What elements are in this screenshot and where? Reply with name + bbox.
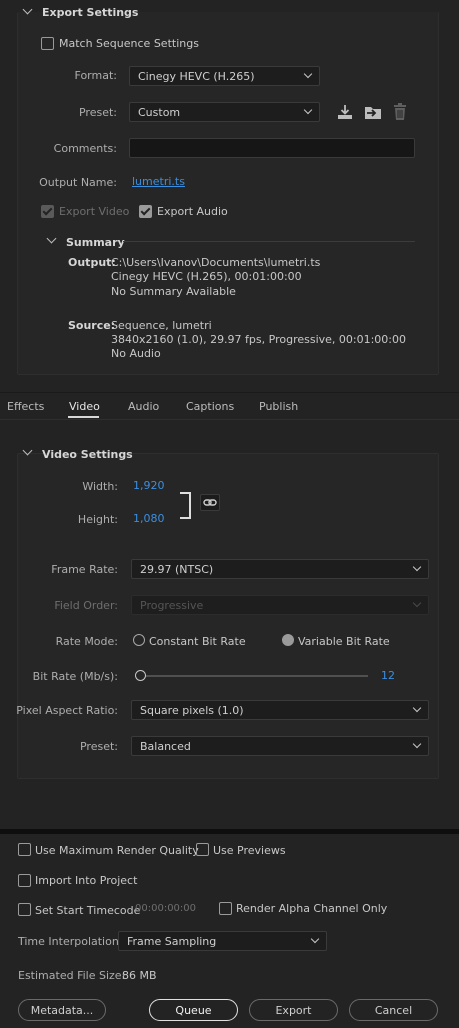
summary-source-line: 3840x2160 (1.0), 29.97 fps, Progressive,… xyxy=(111,333,407,346)
video-settings-panel xyxy=(17,453,439,779)
import-into-project-label: Import Into Project xyxy=(35,874,138,887)
render-alpha-checkbox[interactable] xyxy=(219,902,232,915)
time-interpolation-dropdown[interactable]: Frame Sampling xyxy=(118,931,327,951)
chevron-down-icon xyxy=(303,69,313,79)
summary-source-line: Sequence, lumetri xyxy=(111,319,212,332)
import-preset-icon[interactable] xyxy=(363,103,383,121)
tab-audio[interactable]: Audio xyxy=(128,400,159,413)
start-timecode-checkbox[interactable] xyxy=(18,903,31,916)
vbr-radio[interactable] xyxy=(282,634,294,646)
frame-rate-label: Frame Rate: xyxy=(51,563,118,576)
bit-rate-slider-track[interactable] xyxy=(137,675,368,677)
render-alpha-label: Render Alpha Channel Only xyxy=(236,902,388,915)
bit-rate-value[interactable]: 12 xyxy=(381,669,395,682)
use-previews-checkbox[interactable] xyxy=(196,843,209,856)
frame-rate-dropdown[interactable]: 29.97 (NTSC) xyxy=(131,559,429,579)
link-dimensions-button[interactable] xyxy=(200,494,220,511)
tab-publish[interactable]: Publish xyxy=(259,400,298,413)
tab-captions[interactable]: Captions xyxy=(186,400,234,413)
output-name-label: Output Name: xyxy=(39,176,117,189)
max-render-quality-label: Use Maximum Render Quality xyxy=(35,844,199,857)
format-value: Cinegy HEVC (H.265) xyxy=(138,70,255,83)
import-into-project-checkbox[interactable] xyxy=(18,874,31,887)
output-name-link[interactable]: lumetri.ts xyxy=(132,175,185,188)
preset-dropdown[interactable]: Custom xyxy=(129,102,320,122)
chevron-down-icon xyxy=(412,562,422,572)
cbr-radio[interactable] xyxy=(133,634,145,646)
use-previews-label: Use Previews xyxy=(213,844,286,857)
par-dropdown[interactable]: Square pixels (1.0) xyxy=(131,700,429,720)
video-preset-label: Preset: xyxy=(79,740,118,753)
time-interpolation-label: Time Interpolation: xyxy=(18,935,123,948)
start-timecode-value: 00:00:00:00 xyxy=(135,903,197,914)
max-render-quality-checkbox[interactable] xyxy=(18,843,31,856)
chevron-down-icon xyxy=(310,934,320,944)
tab-bar-divider xyxy=(0,392,459,393)
estimated-file-size-value: 86 MB xyxy=(122,969,157,982)
format-label: Format: xyxy=(74,69,117,82)
rate-mode-label: Rate Mode: xyxy=(55,635,118,648)
summary-output-line: C:\Users\Ivanov\Documents\lumetri.ts xyxy=(111,256,321,269)
frame-rate-value: 29.97 (NTSC) xyxy=(140,563,214,576)
footer-separator xyxy=(0,829,459,834)
chevron-down-icon xyxy=(303,105,313,115)
width-label: Width: xyxy=(82,480,118,493)
par-label: Pixel Aspect Ratio: xyxy=(16,704,118,717)
export-video-checkbox[interactable] xyxy=(41,205,54,218)
vbr-label: Variable Bit Rate xyxy=(298,635,390,648)
match-sequence-label: Match Sequence Settings xyxy=(59,37,199,50)
video-settings-title: Video Settings xyxy=(42,448,133,461)
chevron-down-icon xyxy=(412,598,422,608)
dimension-link-bracket xyxy=(180,492,191,519)
width-value[interactable]: 1,920 xyxy=(133,479,165,492)
tab-content-divider xyxy=(0,419,459,420)
export-audio-label: Export Audio xyxy=(157,205,228,218)
export-audio-checkbox[interactable] xyxy=(139,205,152,218)
comments-label: Comments: xyxy=(53,142,117,155)
summary-source-label: Source: xyxy=(68,319,116,332)
cancel-button[interactable]: Cancel xyxy=(349,999,438,1021)
time-interpolation-value: Frame Sampling xyxy=(127,935,217,948)
bit-rate-label: Bit Rate (Mb/s): xyxy=(32,670,118,683)
save-preset-icon[interactable] xyxy=(336,103,354,121)
chevron-down-icon xyxy=(412,739,422,749)
tab-video-underline xyxy=(68,416,99,418)
summary-source-line: No Audio xyxy=(111,347,161,360)
metadata-button[interactable]: Metadata... xyxy=(18,999,106,1021)
chevron-down-icon xyxy=(412,703,422,713)
height-value[interactable]: 1,080 xyxy=(133,512,165,525)
bit-rate-slider-handle[interactable] xyxy=(135,670,146,681)
summary-title: Summary xyxy=(66,236,125,249)
tab-effects[interactable]: Effects xyxy=(7,400,44,413)
preset-value: Custom xyxy=(138,106,181,119)
match-sequence-checkbox[interactable] xyxy=(41,37,54,50)
preset-label: Preset: xyxy=(78,106,117,119)
field-order-dropdown: Progressive xyxy=(131,595,429,615)
video-preset-dropdown[interactable]: Balanced xyxy=(131,736,429,756)
chain-link-icon xyxy=(203,499,217,506)
format-dropdown[interactable]: Cinegy HEVC (H.265) xyxy=(129,66,320,86)
tab-video[interactable]: Video xyxy=(69,400,100,413)
summary-output-line: Cinegy HEVC (H.265), 00:01:00:00 xyxy=(111,270,302,283)
summary-output-line: No Summary Available xyxy=(111,285,236,298)
start-timecode-label: Set Start Timecode xyxy=(35,904,141,917)
summary-output-label: Output: xyxy=(68,256,116,269)
estimated-file-size-label: Estimated File Size: xyxy=(18,969,126,982)
par-value: Square pixels (1.0) xyxy=(140,704,244,717)
export-video-label: Export Video xyxy=(59,205,130,218)
export-settings-title: Export Settings xyxy=(42,6,139,19)
field-order-label: Field Order: xyxy=(54,599,118,612)
comments-input[interactable] xyxy=(129,138,415,158)
queue-button[interactable]: Queue xyxy=(149,999,238,1021)
height-label: Height: xyxy=(77,513,118,526)
delete-preset-icon[interactable] xyxy=(391,102,409,121)
cbr-label: Constant Bit Rate xyxy=(149,635,246,648)
field-order-value: Progressive xyxy=(140,599,204,612)
export-button[interactable]: Export xyxy=(249,999,338,1021)
video-preset-value: Balanced xyxy=(140,740,191,753)
summary-divider xyxy=(123,241,415,242)
